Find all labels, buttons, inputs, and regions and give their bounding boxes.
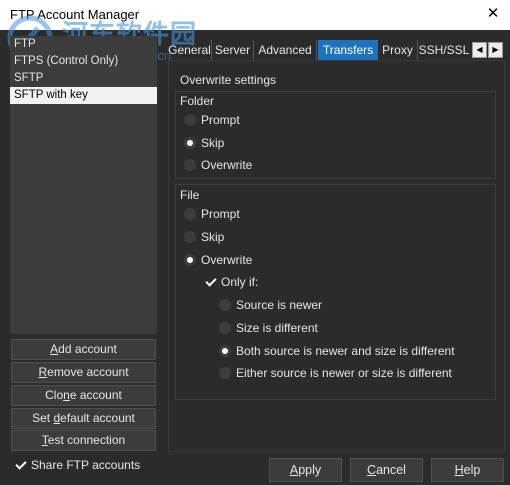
account-item-sftp-with-key[interactable]: SFTP with key [10, 87, 157, 104]
checkmark-icon[interactable] [204, 276, 217, 289]
account-item-ftp[interactable]: FTP [10, 36, 157, 53]
account-item-sftp[interactable]: SFTP [10, 70, 157, 87]
account-item-ftps[interactable]: FTPS (Control Only) [10, 53, 157, 70]
add-account-button[interactable]: Add account [11, 339, 156, 360]
tab-bar: General Server Advanced Transfers Proxy … [168, 40, 504, 60]
radio-selected-icon[interactable] [184, 137, 196, 149]
tab-general[interactable]: General [168, 40, 212, 60]
tab-server[interactable]: Server [212, 40, 254, 60]
tab-scroll-right-icon[interactable]: ▶ [488, 42, 503, 58]
file-label: File [180, 188, 200, 202]
title-bar: FTP Account Manager ✕ [0, 0, 510, 30]
folder-prompt-radio[interactable]: Prompt [184, 112, 240, 128]
condition-either-radio[interactable]: Either source is newer or size is differ… [219, 365, 452, 381]
condition-size-different-radio[interactable]: Size is different [219, 320, 318, 336]
radio-selected-icon[interactable] [184, 254, 196, 266]
folder-skip-radio[interactable]: Skip [184, 135, 224, 151]
close-icon[interactable]: ✕ [482, 4, 504, 24]
radio-selected-icon[interactable] [219, 345, 231, 357]
tab-proxy[interactable]: Proxy [378, 40, 418, 60]
folder-overwrite-radio[interactable]: Overwrite [184, 157, 252, 173]
file-overwrite-radio[interactable]: Overwrite [184, 252, 252, 268]
file-prompt-radio[interactable]: Prompt [184, 206, 240, 222]
share-ftp-accounts-checkbox[interactable]: Share FTP accounts [14, 457, 140, 473]
radio-icon[interactable] [184, 231, 196, 243]
radio-icon[interactable] [219, 322, 231, 334]
tab-transfers[interactable]: Transfers [318, 40, 378, 60]
cancel-button[interactable]: Cancel [350, 458, 423, 482]
condition-both-radio[interactable]: Both source is newer and size is differe… [219, 343, 455, 359]
remove-account-button[interactable]: Remove account [11, 362, 156, 383]
account-list[interactable]: FTP FTPS (Control Only) SFTP SFTP with k… [10, 36, 157, 334]
radio-icon[interactable] [184, 114, 196, 126]
condition-source-newer-radio[interactable]: Source is newer [219, 297, 322, 313]
clone-account-button[interactable]: Clone account [11, 385, 156, 406]
test-connection-button[interactable]: Test connection [11, 430, 156, 451]
share-ftp-accounts-label: Share FTP accounts [31, 458, 141, 472]
radio-icon[interactable] [219, 367, 231, 379]
tab-scroll-left-icon[interactable]: ◀ [472, 42, 487, 58]
tab-ssh-ssl[interactable]: SSH/SSL [418, 40, 470, 60]
file-skip-radio[interactable]: Skip [184, 229, 224, 245]
radio-icon[interactable] [184, 159, 196, 171]
window-title: FTP Account Manager [10, 7, 140, 22]
folder-label: Folder [180, 94, 215, 108]
transfers-panel: Overwrite settings Folder Prompt Skip Ov… [168, 60, 505, 452]
checkmark-icon[interactable] [14, 459, 27, 472]
overwrite-settings-label: Overwrite settings [180, 73, 277, 87]
help-button[interactable]: Help [431, 458, 504, 482]
radio-icon[interactable] [219, 299, 231, 311]
set-default-account-button[interactable]: Set default account [11, 408, 156, 429]
radio-icon[interactable] [184, 208, 196, 220]
only-if-checkbox[interactable]: Only if: [204, 274, 258, 290]
apply-button[interactable]: Apply [269, 458, 342, 482]
tab-advanced[interactable]: Advanced [254, 40, 317, 60]
